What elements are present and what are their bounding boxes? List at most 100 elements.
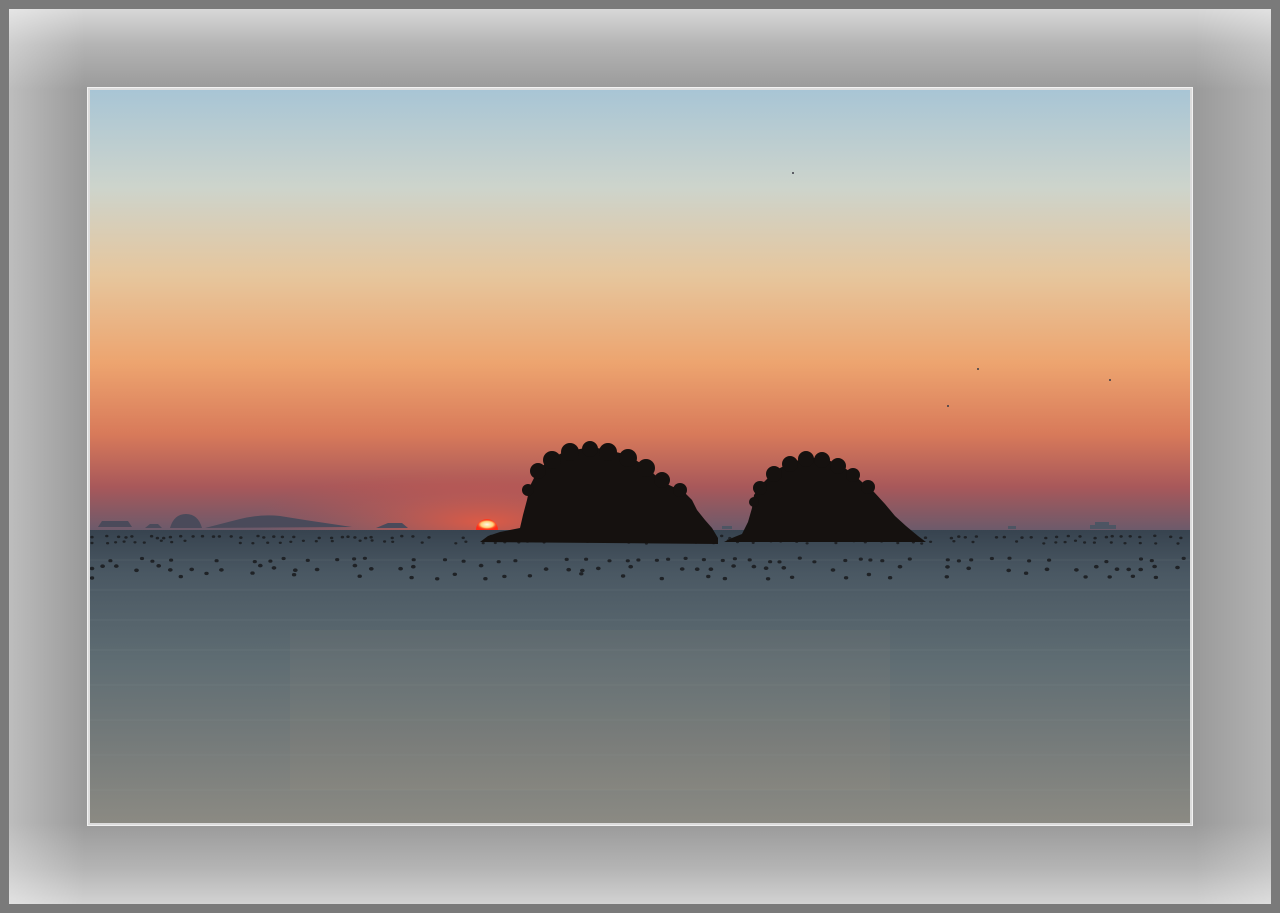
buoy [720,558,725,563]
buoy [920,542,924,545]
buoy [805,542,809,545]
buoy [1044,536,1048,540]
buoy [483,577,488,581]
buoy [204,571,209,576]
buoy [219,568,224,572]
buoy [843,558,848,563]
buoy [887,576,893,580]
buoy [1020,536,1024,539]
buoy [1138,557,1144,561]
buoy [1123,542,1127,545]
buoy [113,564,119,568]
buoy [410,564,416,569]
buoy [994,536,999,539]
buoy [167,568,173,572]
buoy [314,567,320,572]
buoy [777,560,782,564]
buoy [301,539,305,542]
buoy [683,556,688,560]
buoy [1015,540,1019,543]
buoy [952,540,956,543]
buoy [251,542,255,545]
buoy [358,539,362,542]
buoy [200,534,205,538]
buoy [595,566,601,571]
buoy [579,568,585,573]
buoy [897,564,903,569]
buoy [357,574,362,578]
buoy [1175,565,1180,570]
buoy [966,566,972,571]
buoy [957,535,961,538]
buoy [383,540,387,543]
buoy [830,568,836,572]
buoy [398,566,403,571]
buoy [90,535,94,539]
buoy [329,536,334,540]
buoy [252,560,257,564]
buoy [292,568,298,572]
buoy [1083,575,1088,579]
buoy [353,536,357,539]
buoy [1149,559,1154,563]
buoy [1074,568,1079,572]
buoy [1153,575,1159,580]
buoy [191,535,195,538]
buoy [149,534,154,538]
buoy [971,540,975,544]
buoy [214,559,219,563]
buoy [291,573,297,577]
buoy [763,566,769,570]
buoy [1176,542,1180,545]
buoy [1007,556,1012,560]
buoy [701,558,706,562]
buoy [579,572,584,576]
buoy [880,559,885,563]
buoy [945,558,950,562]
buoy [292,535,296,539]
buoy [1107,575,1112,579]
buoy [391,540,395,543]
buoy [268,559,273,563]
buoy [461,536,465,540]
buoy [159,539,163,542]
buoy [866,572,872,577]
buoy [281,556,286,561]
buoy [134,568,139,573]
buoy [330,539,334,543]
buoy [513,559,518,563]
buoy [1138,541,1142,545]
buoy [266,541,270,544]
buoy [527,574,533,578]
buoy [956,559,961,563]
buoy [1078,535,1082,538]
sunset-photo [90,90,1190,823]
buoy [768,560,773,564]
buoy [370,539,374,542]
buoy [812,560,817,564]
buoy [352,563,358,568]
buoy [305,558,310,562]
buoy [666,557,671,561]
buoy [1023,571,1029,575]
buoy [923,536,928,539]
buoy [1093,536,1097,540]
buoy [116,535,121,539]
buoy [789,575,795,579]
buoy [944,575,950,579]
buoy [461,559,466,563]
buoy [722,576,728,581]
buoy [170,540,174,544]
buoy [732,557,737,561]
buoy [454,542,458,545]
buoy [420,541,424,544]
buoy [945,565,950,569]
buoy [238,541,242,545]
buoy [636,558,641,562]
buoy [1029,536,1033,539]
buoy [229,535,233,538]
buoy [256,534,260,538]
buoy [628,564,634,569]
buoy [409,575,414,580]
buoy [1169,535,1173,539]
